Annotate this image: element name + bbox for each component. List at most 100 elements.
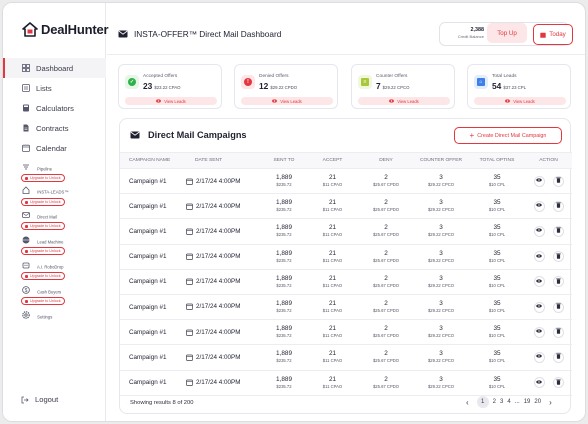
alert-icon: ! — [241, 75, 255, 89]
view-button[interactable] — [533, 377, 545, 389]
accept-cell: 21 $11 CPAO — [306, 193, 359, 220]
table-row[interactable]: Campaign #1 2/17/24 4:00PM 1,889 $235.72 21 $… — [120, 168, 572, 195]
accept-cell: 21 $11 CPAO — [306, 294, 359, 321]
delete-button[interactable] — [552, 377, 564, 389]
view-button[interactable] — [533, 251, 545, 263]
view-button[interactable] — [533, 225, 545, 237]
page-button[interactable]: 1 — [476, 396, 489, 408]
delete-button[interactable] — [552, 276, 564, 288]
accept-cell: 21 $11 CPAO — [306, 168, 359, 195]
column-header[interactable]: DATE SENT — [186, 152, 262, 169]
sidebar-item-ai-robodrop[interactable]: A.I. RoboDrop — [3, 260, 106, 272]
delete-button[interactable] — [552, 200, 564, 212]
column-header[interactable]: DENY — [359, 152, 413, 169]
page-button[interactable]: 3 — [500, 399, 503, 405]
view-button[interactable] — [533, 175, 545, 187]
upgrade-badge[interactable]: Upgrade to Unlock — [21, 272, 65, 280]
campaign-name[interactable]: Campaign #1 — [120, 344, 186, 371]
page-button[interactable]: 19 — [524, 399, 531, 405]
action-cell — [525, 244, 572, 270]
view-button[interactable] — [533, 326, 545, 338]
column-header[interactable]: TOTAL OPTINS — [469, 152, 525, 169]
sidebar-item-label: Contracts — [36, 123, 69, 133]
sidebar-item-pipeline[interactable]: Pipeline — [3, 162, 106, 174]
delete-button[interactable] — [552, 351, 564, 363]
sidebar-item-contracts[interactable]: Contracts — [3, 118, 106, 138]
page-button[interactable]: 20 — [534, 399, 541, 405]
view-button[interactable] — [533, 276, 545, 288]
eye-icon — [536, 178, 542, 184]
table-row[interactable]: Campaign #1 2/17/24 4:00PM 1,889 $235.72 21 $… — [120, 269, 572, 295]
upgrade-badge[interactable]: Upgrade to Unlock — [21, 297, 65, 305]
view-leads-button[interactable]: View Leads — [474, 97, 566, 105]
table-row[interactable]: Campaign #1 2/17/24 4:00PM 1,889 $235.72 21 $… — [120, 370, 572, 396]
upgrade-badge[interactable]: Upgrade to Unlock — [21, 174, 65, 182]
sent-to-cell: 1,889 $235.72 — [262, 319, 306, 346]
page-button[interactable]: 4 — [507, 399, 510, 405]
calendar-icon — [186, 303, 193, 311]
delete-button[interactable] — [552, 225, 564, 237]
sidebar-item-lists[interactable]: Lists — [3, 78, 106, 98]
view-button[interactable] — [533, 301, 545, 313]
logout-button[interactable]: Logout — [21, 395, 58, 404]
calendar-icon — [186, 354, 193, 361]
view-leads-button[interactable]: View Leads — [358, 97, 450, 105]
eye-icon — [536, 379, 542, 386]
view-button[interactable] — [533, 200, 545, 212]
upgrade-badge[interactable]: Upgrade to Unlock — [21, 222, 65, 230]
campaign-name[interactable]: Campaign #1 — [120, 269, 186, 295]
table-row[interactable]: Campaign #1 2/17/24 4:00PM 1,889 $235.72 21 $… — [120, 218, 572, 245]
pagination: ‹ 1 2 3 4 ... 19 20 › — [460, 396, 558, 408]
campaign-name[interactable]: Campaign #1 — [120, 294, 186, 321]
sidebar-item-cash-buyers[interactable]: $ Cash Buyers — [3, 285, 106, 297]
deny-cell: 2 $25.67 CPDO — [359, 269, 413, 295]
campaign-name[interactable]: Campaign #1 — [120, 319, 186, 346]
prev-page-icon[interactable]: ‹ — [466, 398, 469, 407]
sidebar-item-insta-leads[interactable]: INSTA-LEADS™ — [3, 185, 106, 197]
table-row[interactable]: Campaign #1 2/17/24 4:00PM 1,889 $235.72 21 $… — [120, 294, 572, 321]
campaign-name[interactable]: Campaign #1 — [120, 244, 186, 270]
sidebar-item-dashboard[interactable]: Dashboard — [3, 58, 106, 78]
campaign-name[interactable]: Campaign #1 — [120, 193, 186, 220]
top-up-button[interactable]: Top Up — [487, 23, 527, 43]
column-header[interactable]: ACCEPT — [306, 152, 359, 169]
column-header[interactable]: CAMPAIGN NAME — [120, 152, 186, 169]
column-header[interactable]: SENT TO — [262, 152, 306, 169]
view-button[interactable] — [533, 351, 545, 363]
sidebar-item-calendar[interactable]: Calendar — [3, 138, 106, 158]
delete-button[interactable] — [552, 301, 564, 313]
deny-cell: 2 $25.67 CPDO — [359, 319, 413, 346]
table-row[interactable]: Campaign #1 2/17/24 4:00PM 1,889 $235.72 21 $… — [120, 244, 572, 270]
lock-icon — [25, 249, 28, 253]
delete-button[interactable] — [552, 326, 564, 338]
delete-button[interactable] — [552, 251, 564, 263]
sidebar: DealHunter Dashboard Lists Calculators C… — [3, 3, 109, 421]
logo[interactable]: DealHunter — [22, 22, 109, 37]
campaign-name[interactable]: Campaign #1 — [120, 218, 186, 245]
create-campaign-button[interactable]: + Create Direct Mail Campaign — [454, 127, 562, 144]
page-button[interactable]: 2 — [493, 399, 496, 405]
next-page-icon[interactable]: › — [549, 398, 552, 407]
campaign-name[interactable]: Campaign #1 — [120, 370, 186, 396]
table-row[interactable]: Campaign #1 2/17/24 4:00PM 1,889 $235.72 21 $… — [120, 344, 572, 371]
campaigns-title: Direct Mail Campaigns — [130, 130, 247, 140]
view-leads-button[interactable]: View Leads — [241, 97, 333, 105]
table-row[interactable]: Campaign #1 2/17/24 4:00PM 1,889 $235.72 21 $… — [120, 193, 572, 220]
sidebar-item-lead-machine[interactable]: Lead Machine — [3, 235, 106, 247]
sent-to-cell: 1,889 $235.72 — [262, 294, 306, 321]
upgrade-badge[interactable]: Upgrade to Unlock — [21, 198, 65, 206]
total-optins-cell: 35 $10 CPL — [469, 344, 525, 371]
sidebar-item-label: INSTA-LEADS™ — [37, 189, 69, 195]
campaign-name[interactable]: Campaign #1 — [120, 168, 186, 195]
today-button[interactable]: Today — [533, 24, 573, 45]
table-row[interactable]: Campaign #1 2/17/24 4:00PM 1,889 $235.72 21 $… — [120, 319, 572, 346]
delete-button[interactable] — [552, 175, 564, 187]
sidebar-item-settings[interactable]: Settings — [3, 310, 106, 322]
sidebar-item-direct-mail[interactable]: Direct Mail — [3, 210, 106, 222]
sidebar-item-calculators[interactable]: Calculators — [3, 98, 106, 118]
upgrade-badge[interactable]: Upgrade to Unlock — [21, 247, 65, 255]
lock-icon — [25, 299, 28, 303]
home-icon: ⌂ — [474, 75, 488, 89]
column-header[interactable]: COUNTER OFFER — [413, 152, 469, 169]
view-leads-button[interactable]: View Leads — [125, 97, 217, 105]
